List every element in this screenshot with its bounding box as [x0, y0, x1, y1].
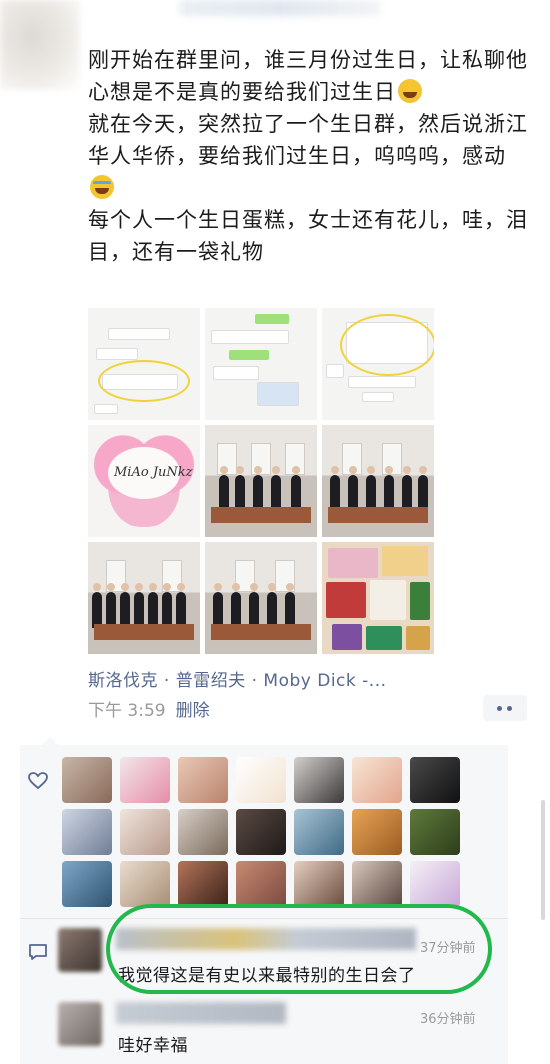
liker-avatar[interactable] — [294, 861, 344, 907]
photo-group-2[interactable] — [322, 425, 434, 537]
photo-gifts[interactable] — [322, 542, 434, 654]
liker-avatar[interactable] — [62, 757, 112, 803]
liker-avatar[interactable] — [410, 757, 460, 803]
post-line-3: 就在今天，突然拉了一个生日群，然后说浙江华人华侨，要给我们过生日，呜呜呜，感动 — [88, 108, 528, 204]
photo-chat-screenshot-2[interactable] — [205, 308, 317, 420]
blurred-header — [180, 0, 380, 16]
photo-group-1[interactable] — [205, 425, 317, 537]
liker-avatar[interactable] — [236, 809, 286, 855]
liker-avatar[interactable] — [352, 809, 402, 855]
post-time: 下午 3:59 — [88, 701, 166, 721]
delete-link[interactable]: 删除 — [176, 701, 210, 721]
more-actions-button[interactable] — [483, 695, 527, 721]
liker-avatar[interactable] — [236, 861, 286, 907]
poster-avatar-blurred[interactable] — [0, 0, 80, 90]
photo-grid: MiAo JuNkz — [88, 308, 434, 654]
liker-avatar[interactable] — [178, 809, 228, 855]
liker-avatar[interactable] — [410, 809, 460, 855]
tears-of-joy-emoji — [398, 79, 422, 103]
liker-avatar[interactable] — [352, 757, 402, 803]
commenter-avatar-blurred[interactable] — [58, 1002, 102, 1046]
green-highlight-ellipse — [106, 904, 492, 994]
photo-chat-screenshot-3[interactable] — [322, 308, 434, 420]
cake-inscription: MiAo JuNkz — [114, 465, 193, 480]
liker-avatar[interactable] — [120, 757, 170, 803]
like-heart-icon — [28, 772, 48, 790]
scrollbar[interactable] — [541, 800, 545, 920]
post-line-1: 刚开始在群里问，谁三月份过生日，让私聊他 — [88, 48, 528, 72]
liker-avatar[interactable] — [294, 757, 344, 803]
photo-group-4[interactable] — [205, 542, 317, 654]
comment-time: 36分钟前 — [420, 1012, 476, 1027]
photo-chat-screenshot-1[interactable] — [88, 308, 200, 420]
photo-birthday-cake[interactable]: MiAo JuNkz — [88, 425, 200, 537]
liker-avatar[interactable] — [178, 861, 228, 907]
photo-group-3[interactable] — [88, 542, 200, 654]
post-meta: 下午 3:59 删除 — [88, 696, 210, 721]
liker-avatars — [62, 757, 462, 907]
liker-avatar[interactable] — [352, 861, 402, 907]
post-line-4: 每个人一个生日蛋糕，女士还有花儿，哇，泪目，还有一袋礼物 — [88, 208, 528, 264]
liker-avatar[interactable] — [294, 809, 344, 855]
commenter-avatar-blurred[interactable] — [58, 928, 102, 972]
comment-text[interactable]: 哇好幸福 — [118, 1031, 188, 1056]
liker-avatar[interactable] — [120, 809, 170, 855]
post-line-2: 心想是不是真的要给我们过生日 — [88, 76, 528, 108]
post-text: 刚开始在群里问，谁三月份过生日，让私聊他 心想是不是真的要给我们过生日 就在今天… — [88, 44, 528, 268]
liker-avatar[interactable] — [178, 757, 228, 803]
liker-avatar[interactable] — [62, 809, 112, 855]
location-link[interactable]: 斯洛伐克 · 普雷绍夫 · Moby Dick -... — [88, 666, 387, 691]
liker-avatar[interactable] — [62, 861, 112, 907]
liker-avatar[interactable] — [236, 757, 286, 803]
comment-icon — [29, 944, 47, 960]
commenter-name-blurred — [116, 1002, 286, 1024]
liker-avatar[interactable] — [410, 861, 460, 907]
liker-avatar[interactable] — [120, 861, 170, 907]
crying-emoji — [90, 175, 114, 199]
